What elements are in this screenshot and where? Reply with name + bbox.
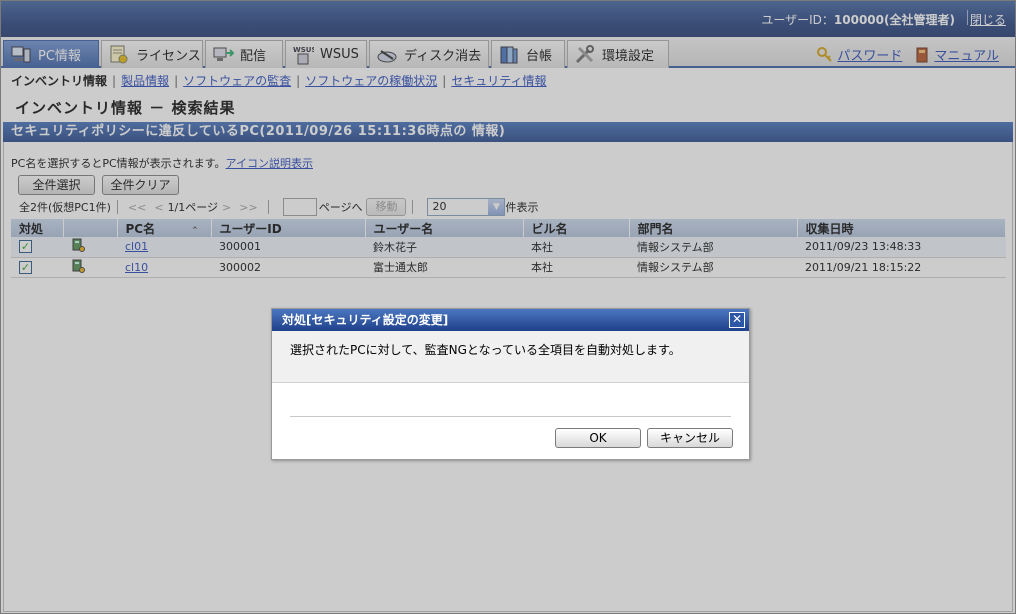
ok-button[interactable]: OK xyxy=(555,428,641,448)
dialog-title: 対処[セキュリティ設定の変更] xyxy=(282,313,449,327)
dialog-message: 選択されたPCに対して、監査NGとなっている全項目を自動対処します。 xyxy=(272,331,749,383)
dialog-header: 対処[セキュリティ設定の変更] ✕ xyxy=(272,309,749,331)
close-icon[interactable]: ✕ xyxy=(729,312,745,328)
cancel-button[interactable]: キャンセル xyxy=(647,428,733,448)
dialog-divider xyxy=(290,416,731,417)
modal-overlay xyxy=(1,1,1015,613)
action-dialog: 対処[セキュリティ設定の変更] ✕ 選択されたPCに対して、監査NGとなっている… xyxy=(271,308,750,460)
